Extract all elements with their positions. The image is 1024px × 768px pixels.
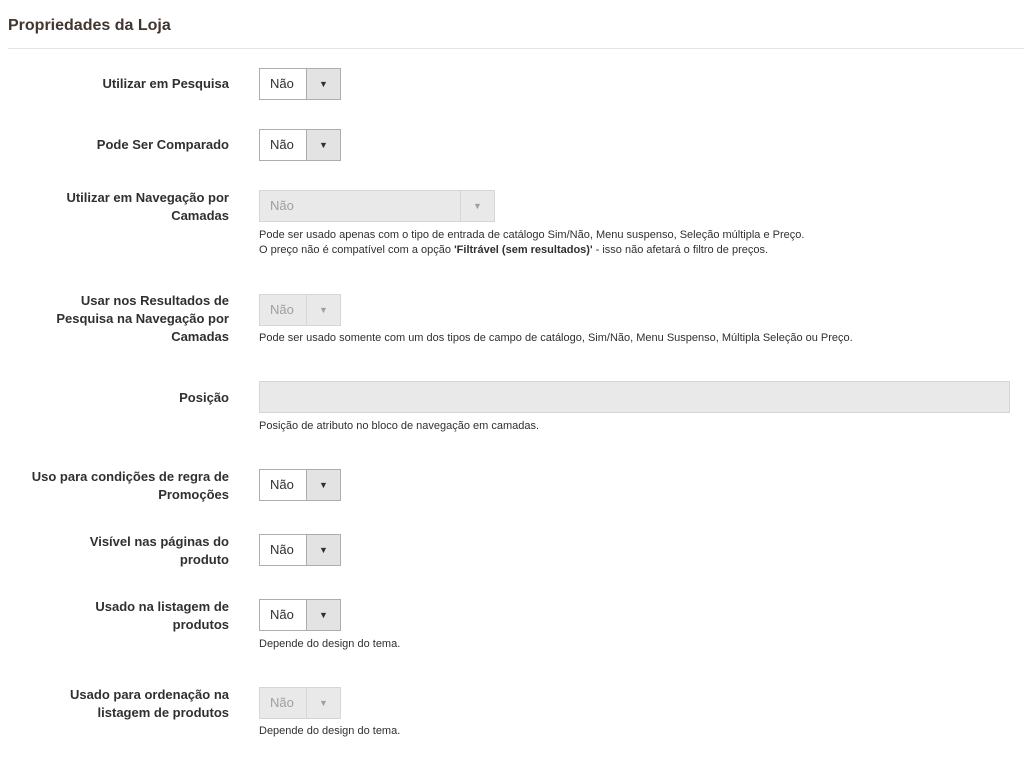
- used-in-listing-select-value: Não: [270, 607, 294, 622]
- search-results-layered-nav-label: Usar nos Resultados de Pesquisa na Naveg…: [56, 293, 229, 344]
- chevron-down-icon: ▼: [306, 130, 340, 160]
- promo-rules-label: Uso para condições de regra de Promoções: [31, 469, 229, 502]
- chevron-down-icon: ▼: [306, 295, 340, 325]
- used-for-sort-label: Usado para ordenação na listagem de prod…: [70, 687, 229, 720]
- search-select[interactable]: Não ▼: [259, 68, 341, 100]
- comparable-select[interactable]: Não ▼: [259, 129, 341, 161]
- layered-nav-select[interactable]: Não ▼: [259, 190, 495, 222]
- layered-nav-label: Utilizar em Navegação por Camadas: [66, 190, 229, 223]
- chevron-down-icon: ▼: [306, 600, 340, 630]
- section-title: Propriedades da Loja: [8, 17, 171, 34]
- position-note: Posição de atributo no bloco de navegaçã…: [259, 420, 540, 432]
- search-results-layered-nav-note: Pode ser usado somente com um dos tipos …: [259, 332, 853, 344]
- search-label: Utilizar em Pesquisa: [102, 76, 229, 91]
- chevron-down-icon: ▼: [306, 470, 340, 500]
- search-results-layered-nav-select[interactable]: Não ▼: [259, 294, 341, 326]
- position-label: Posição: [179, 390, 229, 405]
- promo-rules-select[interactable]: Não ▼: [259, 469, 341, 501]
- layered-nav-note-line2-bold: 'Filtrável (sem resultados)': [454, 244, 593, 256]
- visible-on-front-select[interactable]: Não ▼: [259, 534, 341, 566]
- search-results-layered-nav-select-value: Não: [270, 302, 294, 317]
- layered-nav-note-line1: Pode ser usado apenas com o tipo de entr…: [259, 229, 805, 241]
- chevron-down-icon: ▼: [460, 191, 494, 221]
- used-in-listing-label: Usado na listagem de produtos: [95, 599, 229, 632]
- position-input[interactable]: [259, 381, 1010, 413]
- layered-nav-note: Pode ser usado apenas com o tipo de entr…: [259, 228, 804, 258]
- visible-on-front-select-value: Não: [270, 542, 294, 557]
- section-divider: [8, 48, 1024, 49]
- chevron-down-icon: ▼: [306, 535, 340, 565]
- comparable-label: Pode Ser Comparado: [96, 137, 229, 152]
- used-for-sort-select[interactable]: Não ▼: [259, 687, 341, 719]
- used-in-listing-select[interactable]: Não ▼: [259, 599, 341, 631]
- store-properties-page: Propriedades da Loja Utilizar em Pesquis…: [0, 0, 1024, 768]
- used-for-sort-select-value: Não: [270, 695, 294, 710]
- comparable-select-value: Não: [270, 137, 294, 152]
- used-for-sort-note: Depende do design do tema.: [259, 725, 401, 737]
- layered-nav-note-line2-prefix: O preço não é compatível com a opção: [259, 244, 455, 256]
- promo-rules-select-value: Não: [270, 477, 294, 492]
- layered-nav-select-value: Não: [270, 198, 294, 213]
- visible-on-front-label: Visível nas páginas do produto: [89, 534, 229, 567]
- search-select-value: Não: [270, 76, 294, 91]
- layered-nav-note-line2-suffix: - isso não afetará o filtro de preços.: [592, 244, 769, 256]
- chevron-down-icon: ▼: [306, 688, 340, 718]
- used-in-listing-note: Depende do design do tema.: [259, 638, 401, 650]
- chevron-down-icon: ▼: [306, 69, 340, 99]
